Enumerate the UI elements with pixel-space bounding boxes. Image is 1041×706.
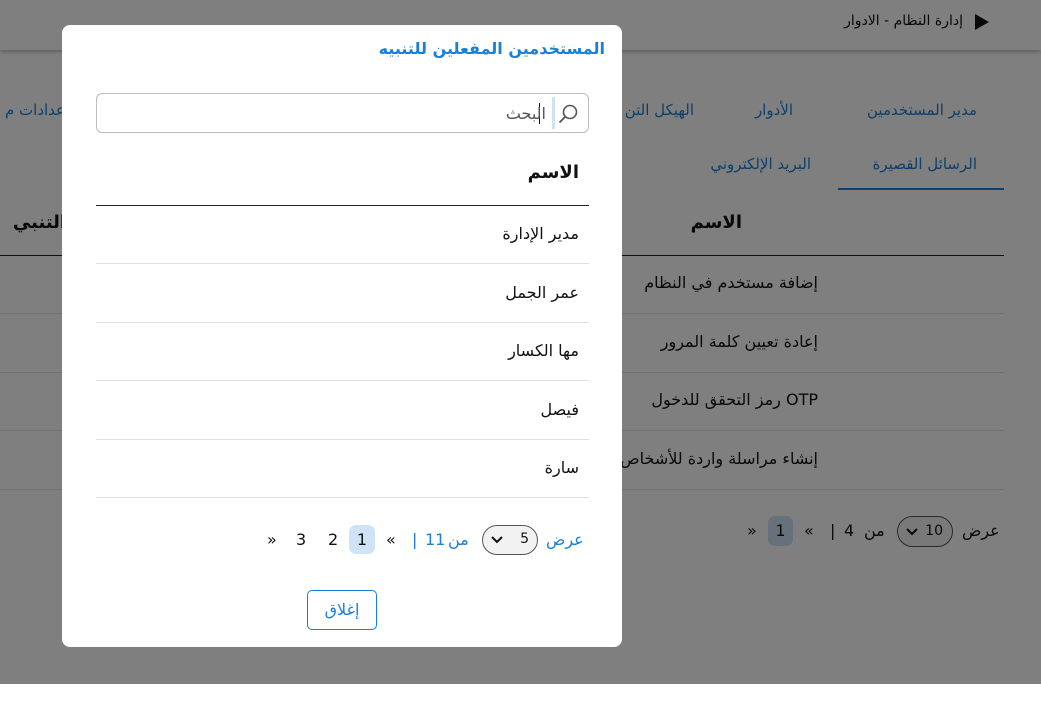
page-size-value: 5 [520,531,529,547]
modal-dialog: المستخدمين المفعلين للتنبيه الاسم مدير ا… [62,25,622,647]
pager-page-3[interactable]: 3 [296,530,306,549]
row-divider [96,380,589,381]
page-size-select[interactable]: 5 [482,525,538,555]
row-divider [96,439,589,440]
modal-column-header-name: الاسم [527,162,579,183]
pager-page-2[interactable]: 2 [328,530,338,549]
list-item: فيصل [540,400,579,419]
pager-prev-button[interactable]: « [386,530,396,549]
row-divider [96,263,589,264]
list-item: عمر الجمل [505,283,579,302]
pager-show-label: عرض [546,530,584,549]
list-item: مها الكسار [508,341,579,360]
list-item: مدير الإدارة [502,224,579,243]
search-input[interactable] [146,94,546,132]
chevron-down-icon [491,536,503,544]
pager-separator: | [412,530,418,549]
row-divider [96,322,589,323]
search-icon[interactable] [556,102,580,126]
pager-total-pages: 11 [425,530,446,549]
row-divider [96,497,589,498]
pager-next-button[interactable]: » [267,530,277,549]
close-button[interactable]: إغلاق [307,590,377,630]
modal-title: المستخدمين المفعلين للتنبيه [378,39,605,58]
pager-page-1[interactable]: 1 [349,525,375,554]
search-box [96,93,589,133]
search-divider [552,97,555,129]
modal-header-divider [96,205,589,206]
list-item: سارة [544,458,579,477]
pager-of-label: من [448,530,469,549]
